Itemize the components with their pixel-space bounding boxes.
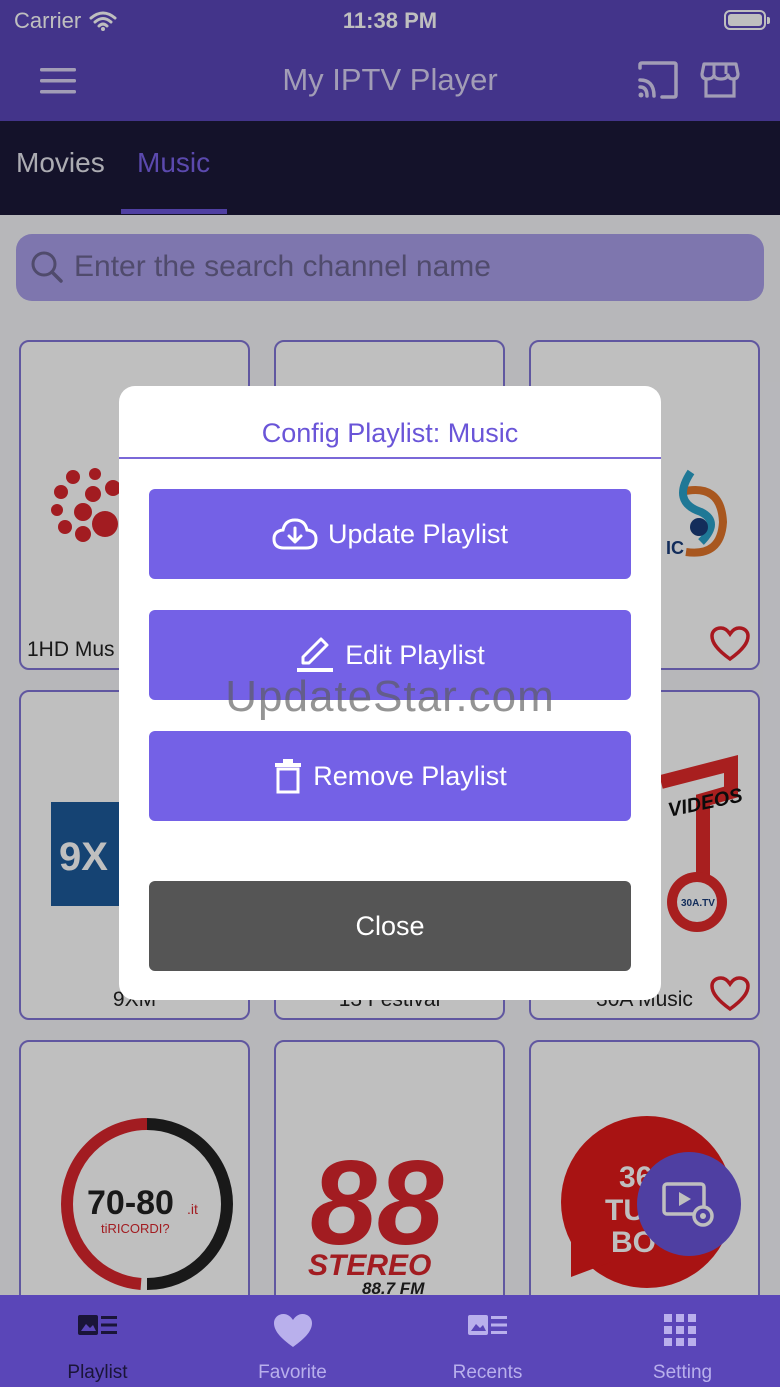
tab-label: Favorite <box>258 1362 327 1383</box>
recents-icon <box>468 1315 507 1335</box>
tab-favorite[interactable]: Favorite <box>195 1295 390 1387</box>
tab-label: Recents <box>452 1362 523 1383</box>
close-button[interactable]: Close <box>149 881 631 971</box>
tab-setting[interactable]: Setting <box>585 1295 780 1387</box>
edit-playlist-label: Edit Playlist <box>345 639 485 670</box>
bottom-tab-bar: Playlist Favorite Recents Setting <box>0 1295 780 1387</box>
watermark: UpdateStar.com <box>225 672 555 721</box>
remove-playlist-label: Remove Playlist <box>313 760 507 791</box>
remove-playlist-button[interactable]: Remove Playlist <box>149 731 631 821</box>
tab-label: Playlist <box>67 1362 128 1383</box>
dialog-title: Config Playlist: Music <box>261 418 519 448</box>
cloud-download-icon <box>272 518 318 550</box>
pencil-icon <box>297 637 334 672</box>
tab-playlist[interactable]: Playlist <box>0 1295 195 1387</box>
grid-icon <box>664 1314 696 1346</box>
trash-icon <box>275 759 302 794</box>
update-playlist-label: Update Playlist <box>327 518 509 549</box>
update-playlist-button[interactable]: Update Playlist <box>149 489 631 579</box>
playlist-icon <box>78 1315 117 1335</box>
dialog-divider <box>119 457 661 459</box>
tab-label: Setting <box>652 1362 713 1383</box>
tab-recents[interactable]: Recents <box>390 1295 585 1387</box>
close-label: Close <box>355 910 425 941</box>
heart-icon <box>274 1314 312 1347</box>
